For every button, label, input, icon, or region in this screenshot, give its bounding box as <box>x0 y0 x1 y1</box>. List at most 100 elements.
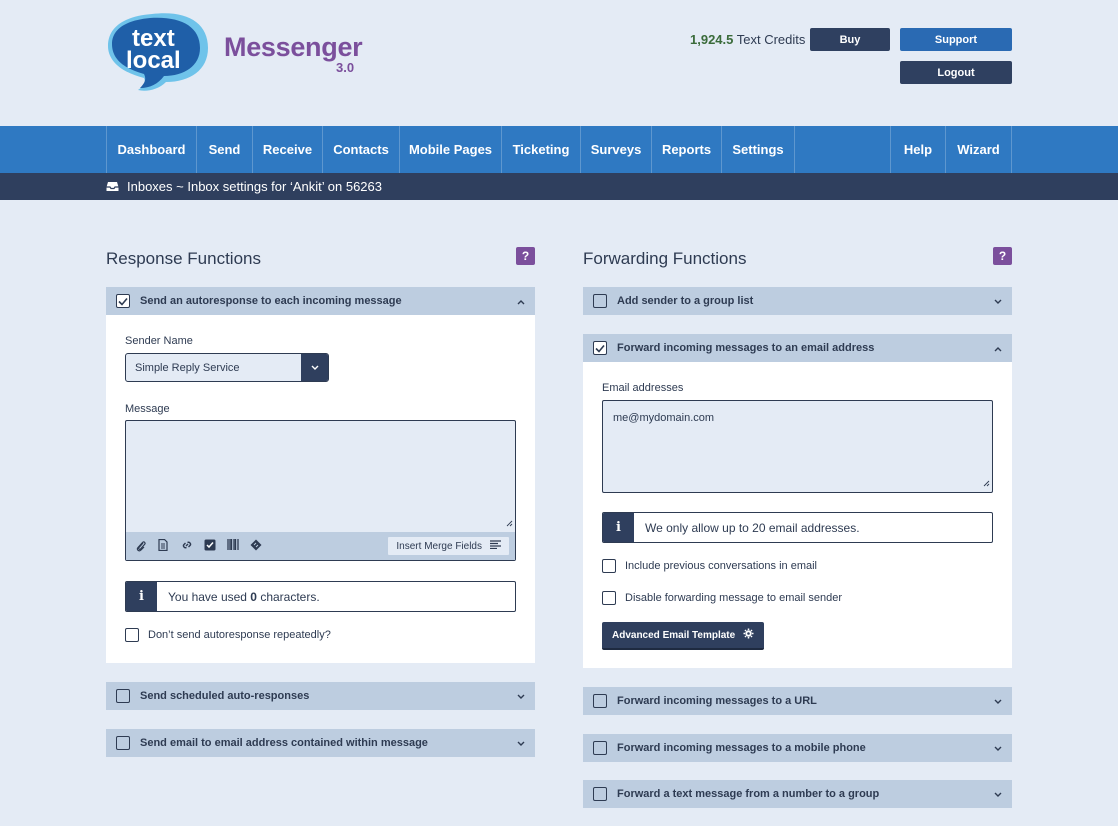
forward-mobile-checkbox[interactable] <box>593 741 607 755</box>
forwarding-help-button[interactable]: ? <box>993 247 1012 265</box>
chevron-up-icon[interactable] <box>517 296 525 308</box>
brand-version: 3.0 <box>336 60 355 75</box>
merge-button-label: Insert Merge Fields <box>396 540 482 552</box>
resize-grip-icon[interactable] <box>983 478 990 490</box>
advanced-email-template-button[interactable]: Advanced Email Template <box>602 622 765 650</box>
nav-dashboard[interactable]: Dashboard <box>106 126 196 173</box>
nav-surveys[interactable]: Surveys <box>580 126 651 173</box>
character-count-text: You have used 0 characters. <box>168 590 320 604</box>
chevron-down-icon[interactable] <box>517 738 525 750</box>
autoresponse-checkbox[interactable] <box>116 294 130 308</box>
forward-url-header[interactable]: Forward incoming messages to a URL <box>583 687 1012 715</box>
email-addresses-value: me@mydomain.com <box>613 412 715 424</box>
include-previous-checkbox[interactable] <box>602 559 616 573</box>
sender-name-label: Sender Name <box>125 335 193 347</box>
barcode-icon[interactable] <box>227 539 239 553</box>
scheduled-label: Send scheduled auto-responses <box>140 690 310 702</box>
email-limit-text: We only allow up to 20 email addresses. <box>645 521 860 535</box>
buy-button[interactable]: Buy <box>810 28 890 51</box>
forward-url-checkbox[interactable] <box>593 694 607 708</box>
logo-text-line2: local <box>126 47 181 74</box>
scheduled-autoresponses-header[interactable]: Send scheduled auto-responses <box>106 682 535 710</box>
forward-text-checkbox[interactable] <box>593 787 607 801</box>
chevron-down-icon[interactable] <box>994 743 1002 755</box>
text-credits: 1,924.5 Text Credits <box>690 32 805 47</box>
brand-name: Messenger <box>224 32 363 62</box>
message-textarea[interactable]: Insert Merge Fields <box>125 420 516 561</box>
logout-button[interactable]: Logout <box>900 61 1012 84</box>
credits-value: 1,924.5 <box>690 32 734 47</box>
nav-contacts[interactable]: Contacts <box>322 126 399 173</box>
include-previous-label: Include previous conversations in email <box>625 560 817 572</box>
forward-email-checkbox[interactable] <box>593 341 607 355</box>
disable-forwarding-label: Disable forwarding message to email send… <box>625 592 843 604</box>
scheduled-checkbox[interactable] <box>116 689 130 703</box>
email-addresses-textarea[interactable]: me@mydomain.com <box>602 400 993 493</box>
disable-forwarding-checkbox[interactable] <box>602 591 616 605</box>
email-limit-info: i We only allow up to 20 email addresses… <box>602 512 993 543</box>
autoresponse-header[interactable]: Send an autoresponse to each incoming me… <box>106 287 535 315</box>
chevron-down-icon[interactable] <box>994 789 1002 801</box>
resize-grip-icon[interactable] <box>506 518 513 530</box>
nav-settings[interactable]: Settings <box>721 126 795 173</box>
nav-wizard[interactable]: Wizard <box>945 126 1012 173</box>
no-repeat-label: Don’t send autoresponse repeatedly? <box>148 629 331 641</box>
message-label: Message <box>125 403 170 415</box>
inbox-icon <box>106 180 119 195</box>
group-list-checkbox[interactable] <box>593 294 607 308</box>
chevron-down-icon[interactable] <box>994 696 1002 708</box>
support-button[interactable]: Support <box>900 28 1012 51</box>
check-icon <box>595 344 605 353</box>
response-help-button[interactable]: ? <box>516 247 535 265</box>
nav-help[interactable]: Help <box>890 126 945 173</box>
group-list-header[interactable]: Add sender to a group list <box>583 287 1012 315</box>
forward-url-label: Forward incoming messages to a URL <box>617 695 817 707</box>
email-within-checkbox[interactable] <box>116 736 130 750</box>
align-icon <box>490 540 501 552</box>
nav-mobile-pages[interactable]: Mobile Pages <box>399 126 501 173</box>
autoresponse-panel: Sender Name Simple Reply Service Message… <box>106 315 535 663</box>
chevron-up-icon[interactable] <box>994 343 1002 355</box>
chevron-down-icon[interactable] <box>994 296 1002 308</box>
textlocal-logo[interactable]: text local <box>106 10 210 92</box>
main-nav: Dashboard Send Receive Contacts Mobile P… <box>0 126 1118 173</box>
forward-email-panel: Email addresses me@mydomain.com i We onl… <box>583 362 1012 668</box>
info-icon: i <box>603 513 634 542</box>
email-within-label: Send email to email address contained wi… <box>140 737 428 749</box>
credits-label: Text Credits <box>733 32 806 47</box>
advanced-template-label: Advanced Email Template <box>612 629 736 641</box>
chevron-down-icon[interactable] <box>517 691 525 703</box>
include-previous-option[interactable]: Include previous conversations in email <box>602 559 817 573</box>
forward-mobile-header[interactable]: Forward incoming messages to a mobile ph… <box>583 734 1012 762</box>
paperclip-icon[interactable] <box>135 539 146 555</box>
no-repeat-checkbox[interactable] <box>125 628 139 642</box>
check-icon <box>118 297 128 306</box>
response-functions-title: Response Functions <box>106 249 261 268</box>
message-toolbar: Insert Merge Fields <box>126 532 515 560</box>
disable-forwarding-option[interactable]: Disable forwarding message to email send… <box>602 591 842 605</box>
sender-name-select[interactable]: Simple Reply Service <box>125 353 329 382</box>
nav-send[interactable]: Send <box>196 126 252 173</box>
nav-ticketing[interactable]: Ticketing <box>501 126 580 173</box>
breadcrumb: Inboxes ~ Inbox settings for ‘Ankit’ on … <box>127 179 382 194</box>
chars-suffix: characters. <box>256 590 320 604</box>
ticket-icon[interactable] <box>250 539 262 554</box>
insert-merge-fields-button[interactable]: Insert Merge Fields <box>388 537 509 555</box>
nav-receive[interactable]: Receive <box>252 126 322 173</box>
gear-icon <box>743 628 754 642</box>
forward-email-header[interactable]: Forward incoming messages to an email ad… <box>583 334 1012 362</box>
link-icon[interactable] <box>181 539 193 554</box>
forward-email-label: Forward incoming messages to an email ad… <box>617 342 875 354</box>
brand: Messenger 3.0 <box>224 32 363 75</box>
forwarding-functions-title: Forwarding Functions <box>583 249 747 268</box>
chars-prefix: You have used <box>168 590 251 604</box>
document-icon[interactable] <box>158 538 168 554</box>
character-count-info: i You have used 0 characters. <box>125 581 516 612</box>
checkbox-icon[interactable] <box>204 539 216 554</box>
email-addresses-label: Email addresses <box>602 382 684 394</box>
no-repeat-option[interactable]: Don’t send autoresponse repeatedly? <box>125 628 331 642</box>
forward-text-from-number-header[interactable]: Forward a text message from a number to … <box>583 780 1012 808</box>
sender-name-value: Simple Reply Service <box>135 362 240 374</box>
email-within-message-header[interactable]: Send email to email address contained wi… <box>106 729 535 757</box>
nav-reports[interactable]: Reports <box>651 126 721 173</box>
